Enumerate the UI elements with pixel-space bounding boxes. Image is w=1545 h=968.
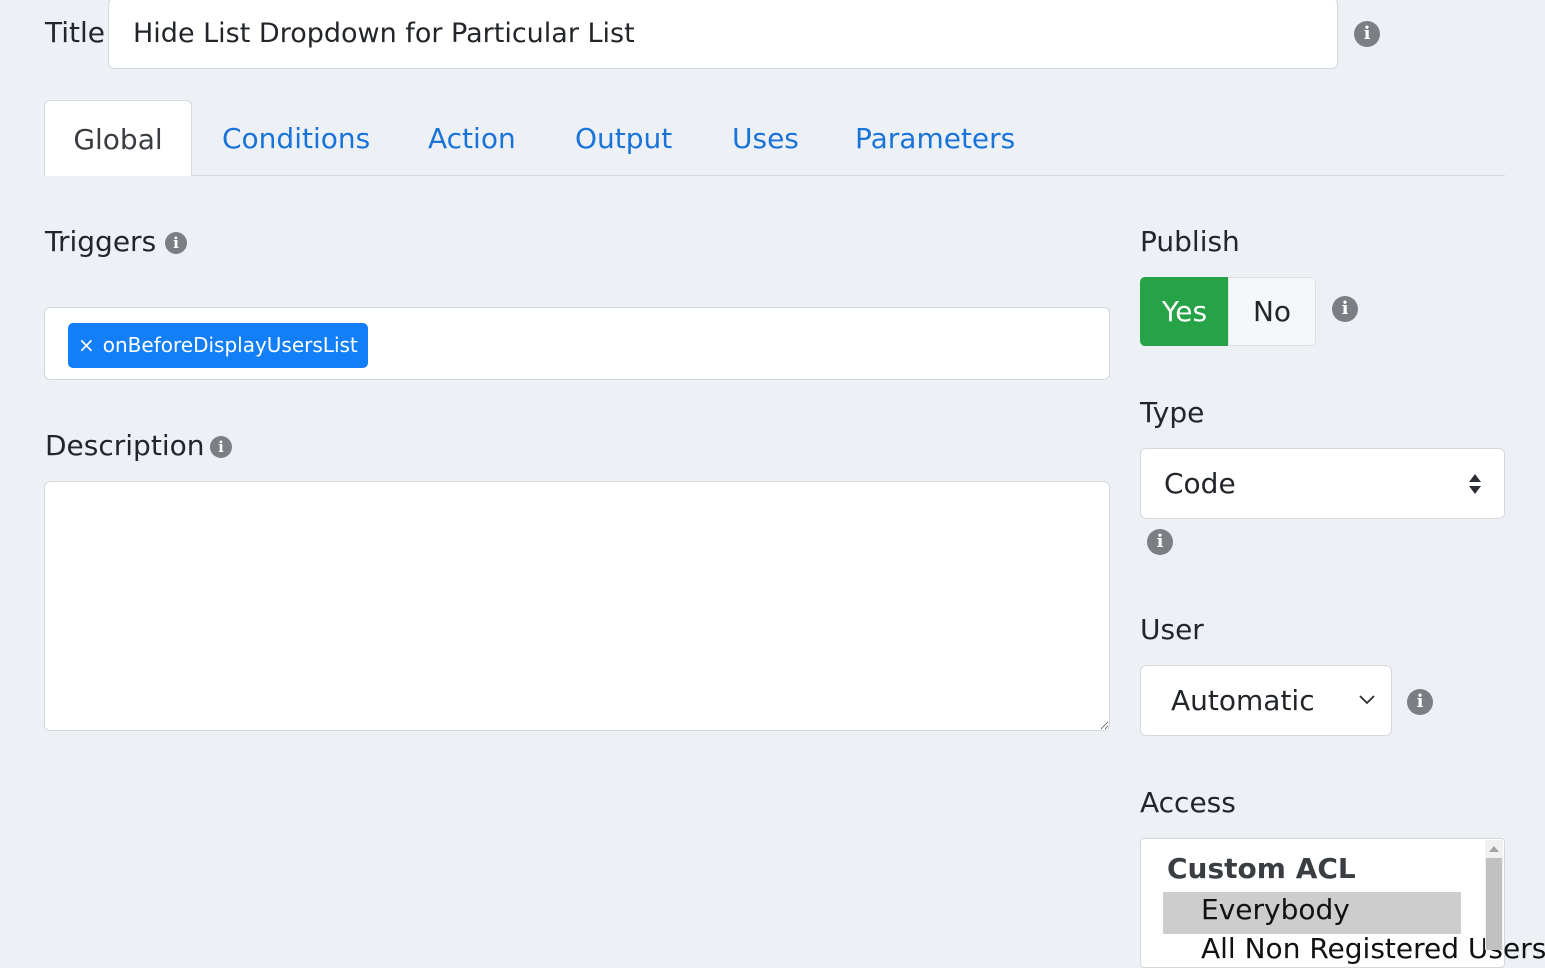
publish-info-icon[interactable]: i [1332,296,1358,322]
user-value: Automatic [1171,684,1315,717]
user-label: User [1140,613,1204,646]
tab-parameters[interactable]: Parameters [855,100,1015,176]
tab-action[interactable]: Action [428,100,516,176]
tab-uses[interactable]: Uses [732,100,799,176]
type-info-icon[interactable]: i [1147,529,1173,555]
access-scrollbar-thumb[interactable] [1486,858,1502,950]
trigger-tag: × onBeforeDisplayUsersList [68,323,368,368]
tag-remove-icon[interactable]: × [78,333,95,357]
publish-no-button[interactable]: No [1228,277,1316,346]
title-label: Title [45,16,106,49]
description-label: Description [45,429,205,462]
triggers-label: Triggers [45,225,157,258]
sort-updown-icon [1469,474,1481,494]
user-info-icon[interactable]: i [1407,689,1433,715]
access-option-everybody[interactable]: Everybody [1201,893,1350,926]
publish-label: Publish [1140,225,1240,258]
tab-conditions[interactable]: Conditions [222,100,370,176]
user-select[interactable]: Automatic [1140,665,1392,736]
chevron-down-icon [1359,695,1375,705]
publish-yes-button[interactable]: Yes [1140,277,1229,346]
scroll-up-arrow-icon[interactable] [1488,845,1500,853]
description-info-icon[interactable]: i [210,436,232,458]
type-select[interactable]: Code [1140,448,1505,519]
tab-output[interactable]: Output [575,100,672,176]
type-value: Code [1164,467,1236,500]
tag-label: onBeforeDisplayUsersList [102,333,358,357]
access-group-label: Custom ACL [1167,852,1356,885]
description-textarea[interactable] [44,481,1110,731]
title-input[interactable]: Hide List Dropdown for Particular List [108,0,1338,69]
triggers-info-icon[interactable]: i [165,232,187,254]
type-label: Type [1140,396,1205,429]
access-label: Access [1140,786,1236,819]
title-info-icon[interactable]: i [1354,21,1380,47]
tab-global[interactable]: Global [44,100,192,176]
